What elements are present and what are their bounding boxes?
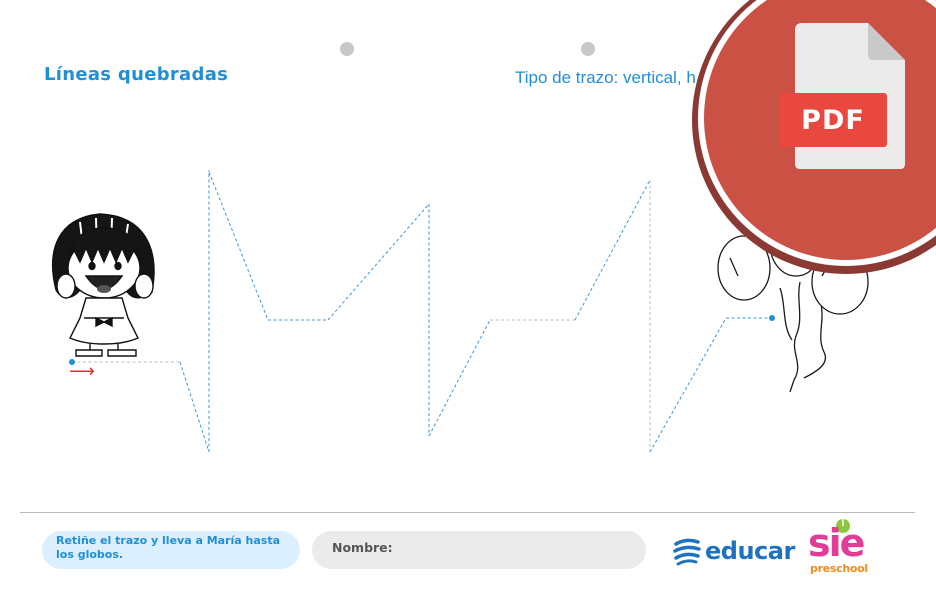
instruction-pill: Retiñe el trazo y lleva a María hasta lo…: [42, 531, 300, 569]
trace-segment: [428, 319, 491, 437]
sie-subtitle: preschool: [810, 562, 868, 575]
trace-segment: [179, 361, 210, 453]
trace-segment: [574, 179, 651, 321]
trace-segment: [208, 171, 269, 321]
pdf-label: PDF: [801, 104, 865, 136]
name-label: Nombre:: [332, 540, 393, 555]
trace-segment: [327, 203, 430, 321]
trace-segment: [649, 317, 727, 453]
trace-end-dot: [769, 315, 775, 321]
footer-divider: [20, 512, 915, 513]
tracing-area: [52, 0, 936, 453]
educar-mark-icon: [673, 538, 701, 566]
educar-wordmark: educar: [705, 537, 795, 565]
girl-illustration: [52, 213, 155, 357]
name-field[interactable]: Nombre:: [312, 531, 646, 569]
instruction-text: Retiñe el trazo y lleva a María hasta lo…: [56, 534, 281, 561]
sie-preschool-logo: sie preschool: [806, 516, 884, 580]
educar-logo: educar: [672, 534, 795, 568]
start-arrow-icon: ⟶: [69, 361, 95, 382]
sie-wordmark: sie: [808, 521, 865, 565]
